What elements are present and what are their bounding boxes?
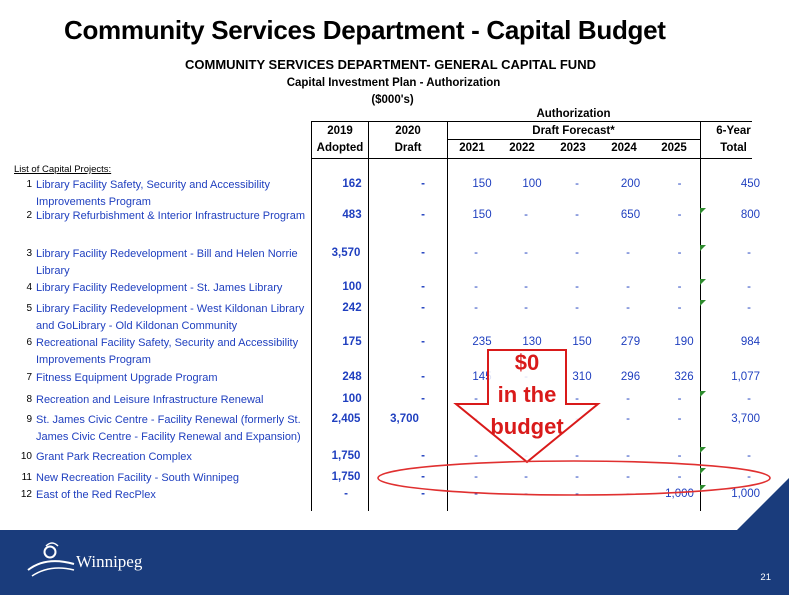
corner-accent <box>736 478 789 531</box>
callout-annotation <box>377 349 771 496</box>
highlight-ellipse <box>377 460 771 496</box>
winnipeg-logo-icon <box>27 542 75 577</box>
winnipeg-logo-text: Winnipeg <box>76 552 143 571</box>
callout-line-2: in the <box>497 382 557 407</box>
callout-line-3: budget <box>490 414 564 439</box>
page-number: 21 <box>760 572 771 583</box>
callout-line-1: $0 <box>514 350 540 375</box>
